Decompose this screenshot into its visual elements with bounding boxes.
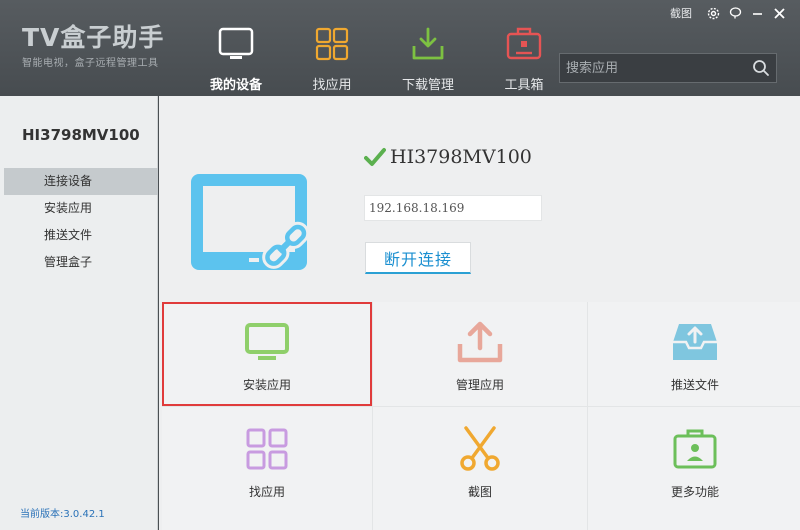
sidebar-item-push-files[interactable]: 推送文件: [4, 222, 158, 249]
minimize-icon[interactable]: [746, 5, 768, 21]
title-bar: TV盒子助手 智能电视，盒子远程管理工具 我的设备 找应用 下载管理 工具箱 截…: [0, 0, 800, 96]
sidebar: HI3798MV100 连接设备 安装应用 推送文件 管理盒子 当前版本:3.0…: [0, 96, 158, 530]
device-ip-field: 192.168.18.169: [364, 195, 542, 221]
action-grid: 安装应用 管理应用 推送文件 找应用 截图 更多功能: [162, 302, 800, 530]
app-title: TV盒子助手: [22, 23, 165, 52]
tile-label: 找应用: [248, 485, 285, 499]
screenshot-tile[interactable]: 截图: [373, 407, 587, 530]
nav-label: 找应用: [312, 78, 352, 93]
search-input[interactable]: [560, 54, 746, 82]
sidebar-item-install-apps[interactable]: 安装应用: [4, 195, 158, 222]
sidebar-device-name: HI3798MV100: [22, 126, 140, 144]
tv-icon: [242, 320, 292, 364]
toolbox-icon: [504, 24, 544, 64]
monitor-icon: [216, 24, 256, 64]
find-app-tile[interactable]: 找应用: [162, 407, 372, 530]
tile-label: 管理应用: [455, 378, 504, 392]
nav-my-devices[interactable]: 我的设备: [188, 14, 284, 96]
search-icon[interactable]: [746, 54, 776, 82]
device-status: HI3798MV100: [364, 146, 532, 168]
close-icon[interactable]: [768, 5, 790, 21]
upload-icon: [455, 320, 505, 364]
tile-label: 截图: [467, 485, 492, 499]
tile-label: 安装应用: [242, 378, 291, 392]
briefcase-user-icon: [670, 427, 720, 471]
sidebar-item-connect-device[interactable]: 连接设备: [4, 168, 158, 195]
search-box: [559, 53, 777, 83]
nav-label: 工具箱: [504, 78, 544, 93]
install-app-tile[interactable]: 安装应用: [162, 302, 372, 406]
settings-gear-icon[interactable]: [702, 5, 724, 21]
scissors-icon: [455, 426, 505, 471]
version-text: 当前版本:3.0.42.1: [20, 509, 105, 520]
device-name: HI3798MV100: [390, 146, 532, 168]
screenshot-button[interactable]: 截图: [670, 5, 692, 21]
manage-app-tile[interactable]: 管理应用: [373, 302, 587, 406]
sidebar-menu: 连接设备 安装应用 推送文件 管理盒子: [4, 168, 158, 276]
nav-toolbox[interactable]: 工具箱: [476, 14, 572, 96]
main-panel: HI3798MV100 192.168.18.169 断开连接 安装应用 管理应…: [159, 96, 800, 530]
nav-find-apps[interactable]: 找应用: [284, 14, 380, 96]
window-controls: 截图: [670, 5, 790, 21]
feedback-bubble-icon[interactable]: [724, 5, 746, 21]
download-icon: [408, 24, 448, 64]
push-file-tile[interactable]: 推送文件: [588, 302, 800, 406]
tile-label: 更多功能: [670, 485, 719, 499]
sidebar-item-manage-box[interactable]: 管理盒子: [4, 249, 158, 276]
more-features-tile[interactable]: 更多功能: [588, 407, 800, 530]
app-subtitle: 智能电视，盒子远程管理工具: [22, 58, 159, 69]
tile-label: 推送文件: [670, 378, 719, 392]
nav-label: 我的设备: [209, 78, 262, 93]
grid-icon: [312, 24, 352, 64]
nav-label: 下载管理: [401, 78, 454, 93]
disconnect-button[interactable]: 断开连接: [365, 242, 471, 274]
apps-grid-icon: [242, 427, 292, 471]
main-nav: 我的设备 找应用 下载管理 工具箱: [188, 14, 572, 96]
nav-download-manager[interactable]: 下载管理: [380, 14, 476, 96]
app-logo: TV盒子助手 智能电视，盒子远程管理工具: [22, 23, 165, 70]
check-icon: [364, 148, 386, 166]
inbox-upload-icon: [670, 320, 720, 364]
connected-monitor-icon: [191, 174, 326, 283]
